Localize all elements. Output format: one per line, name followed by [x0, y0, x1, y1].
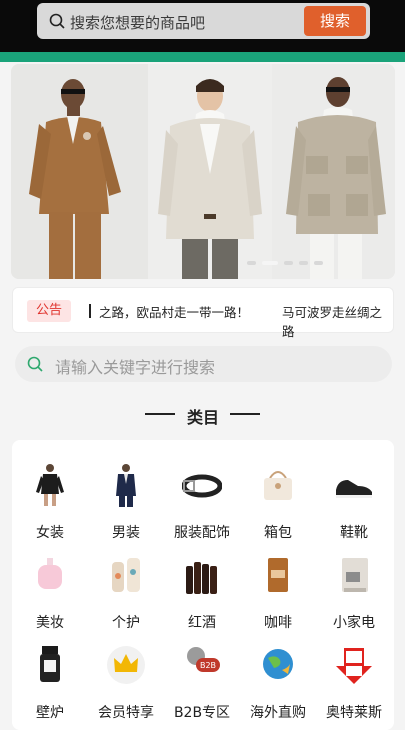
- top-bar: 搜索您想要的商品吧 搜索: [0, 0, 405, 52]
- category-bags[interactable]: 箱包: [240, 450, 316, 541]
- category-section-title: 类目: [0, 402, 405, 427]
- banner-carousel[interactable]: [11, 64, 395, 279]
- perfume-icon: [38, 558, 62, 589]
- announcement-tag: 公告: [27, 300, 71, 322]
- top-search-placeholder: 搜索您想要的商品吧: [70, 14, 206, 32]
- category-fireplace[interactable]: 壁炉: [12, 630, 88, 721]
- category-mens-clothing[interactable]: 男装: [88, 450, 164, 541]
- belt-icon: [182, 474, 222, 498]
- model-beige-jacket: [272, 64, 395, 279]
- carousel-dot[interactable]: [284, 261, 293, 265]
- skincare-bottles-icon: [112, 558, 140, 592]
- handbag-icon: [264, 471, 292, 500]
- carousel-indicators: [247, 261, 323, 265]
- announcement-text-next[interactable]: 马可波罗走丝绸之路: [282, 302, 393, 340]
- keyword-search-input[interactable]: 请输入关键字进行搜索: [15, 346, 392, 382]
- category-womens-clothing[interactable]: 女装: [12, 450, 88, 541]
- category-label: 咖啡: [264, 615, 292, 631]
- crown-icon: [107, 646, 145, 684]
- keyword-search-placeholder: 请输入关键字进行搜索: [55, 358, 216, 377]
- category-shoes[interactable]: 鞋靴: [316, 450, 392, 541]
- category-small-appliances[interactable]: 小家电: [316, 540, 392, 631]
- category-label: 奥特莱斯: [326, 705, 382, 721]
- category-label: 鞋靴: [340, 525, 368, 541]
- search-icon: [27, 356, 43, 372]
- category-label: 个护: [112, 615, 140, 631]
- category-label: 红酒: [188, 615, 216, 631]
- wine-bottles-icon: [186, 562, 217, 594]
- announcement-text[interactable]: 之路，欧品村走一带一路！: [99, 302, 249, 321]
- coffee-machine-icon: [342, 558, 368, 592]
- category-label: 服装配饰: [174, 525, 230, 541]
- category-b2b-zone[interactable]: B2B B2B专区: [164, 630, 240, 721]
- category-outlet[interactable]: 奥特莱斯: [316, 630, 392, 721]
- category-label: 箱包: [264, 525, 292, 541]
- carousel-dot[interactable]: [247, 261, 256, 265]
- search-icon: [49, 13, 65, 29]
- globe-icon: [263, 649, 293, 679]
- carousel-dot-active[interactable]: [262, 261, 278, 265]
- search-button[interactable]: 搜索: [304, 6, 366, 36]
- title-line-left: [145, 413, 175, 415]
- category-label: 会员特享: [98, 705, 154, 721]
- outlet-icon: [336, 648, 372, 684]
- category-label: 美妆: [36, 615, 64, 631]
- carousel-dot[interactable]: [314, 261, 323, 265]
- category-label: 壁炉: [36, 705, 64, 721]
- category-red-wine[interactable]: 红酒: [164, 540, 240, 631]
- mens-clothing-icon: [116, 464, 136, 507]
- b2b-icon: B2B: [187, 647, 220, 672]
- womens-clothing-icon: [36, 464, 64, 506]
- announcement-bar[interactable]: 公告 之路，欧品村走一带一路！ 马可波罗走丝绸之路: [12, 287, 394, 339]
- category-label: 海外直购: [250, 705, 306, 721]
- title-line-right: [230, 413, 260, 415]
- model-brown-suit: [11, 64, 148, 279]
- category-label: 男装: [112, 525, 140, 541]
- accent-bar: [0, 52, 405, 62]
- category-personal-care[interactable]: 个护: [88, 540, 164, 631]
- coffee-bag-icon: [268, 558, 288, 592]
- carousel-dot[interactable]: [299, 261, 308, 265]
- category-grid: 女装 男装 服装配饰 箱包 鞋靴 美妆 个护 红酒 咖啡 小家电 壁炉 会员特享…: [12, 440, 394, 730]
- top-search-bar[interactable]: 搜索您想要的商品吧 搜索: [37, 3, 370, 39]
- category-beauty[interactable]: 美妆: [12, 540, 88, 631]
- sneaker-icon: [336, 480, 372, 498]
- category-overseas-direct[interactable]: 海外直购: [240, 630, 316, 721]
- category-label: B2B专区: [173, 705, 231, 721]
- category-label: 小家电: [333, 615, 375, 631]
- svg-text:B2B: B2B: [200, 661, 216, 670]
- category-label: 女装: [36, 525, 64, 541]
- model-cream-blazer: [148, 64, 272, 279]
- category-coffee[interactable]: 咖啡: [240, 540, 316, 631]
- section-title: 类目: [187, 408, 220, 427]
- fireplace-icon: [40, 646, 60, 682]
- divider: [89, 304, 91, 318]
- category-member-exclusive[interactable]: 会员特享: [88, 630, 164, 721]
- category-apparel-accessories[interactable]: 服装配饰: [164, 450, 240, 541]
